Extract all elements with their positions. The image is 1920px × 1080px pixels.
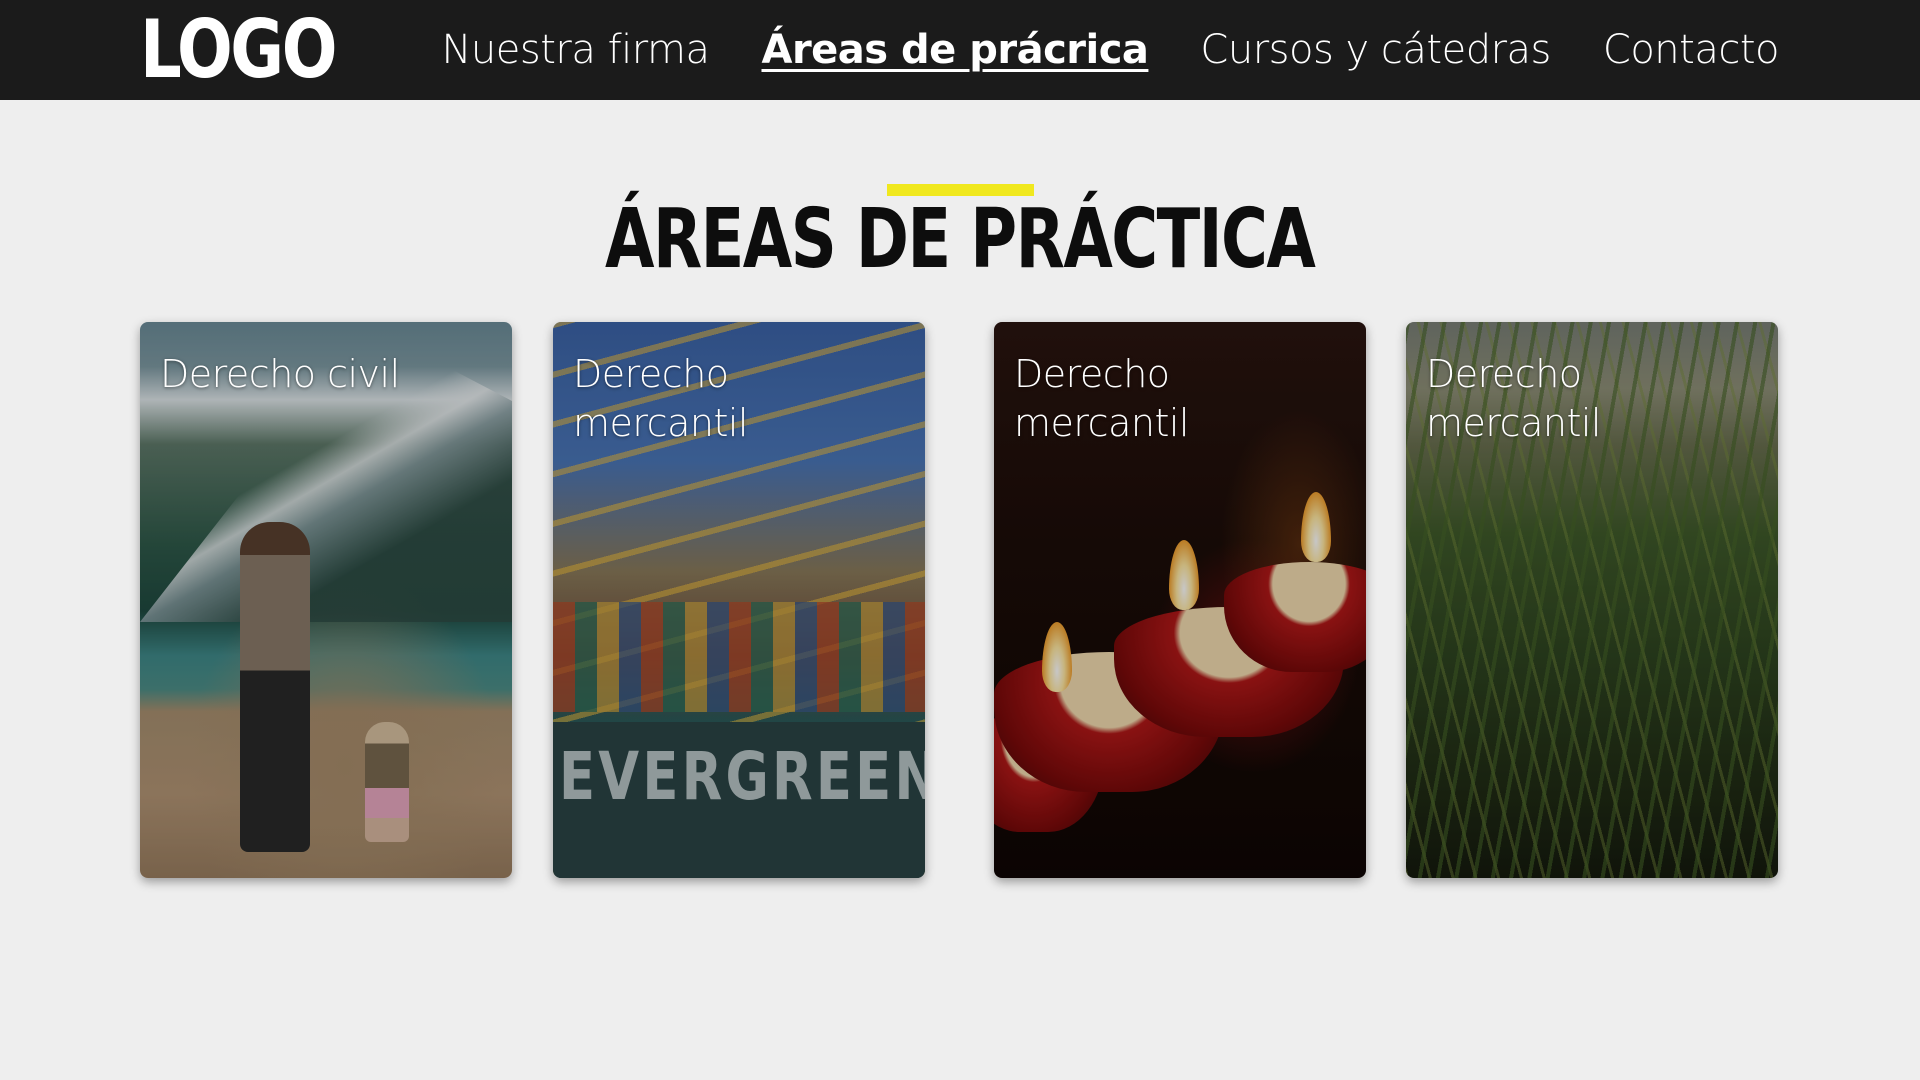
practice-area-card-mercantil-1[interactable]: EVERGREEN Derecho mercantil (553, 322, 925, 878)
card-label: Derecho mercantil (573, 352, 748, 445)
nav-link-contacto[interactable]: Contacto (1603, 27, 1780, 73)
card-label: Derecho mercantil (1426, 352, 1601, 445)
nav-link-areas-de-practica[interactable]: Áreas de prácrica (761, 27, 1148, 73)
section-title: ÁREAS DE PRÁCTICA (0, 192, 1920, 287)
top-navigation-bar: LOGO Nuestra firma Áreas de prácrica Cur… (0, 0, 1920, 100)
practice-area-card-mercantil-3[interactable]: Derecho mercantil (1406, 322, 1778, 878)
section-title-text: ÁREAS DE PRÁCTICA (605, 192, 1316, 287)
card-label: Derecho civil (160, 352, 400, 396)
card-label: Derecho mercantil (1014, 352, 1189, 445)
logo[interactable]: LOGO (140, 8, 337, 92)
practice-area-card-civil[interactable]: Derecho civil (140, 322, 512, 878)
main-nav: Nuestra firma Áreas de prácrica Cursos y… (441, 0, 1779, 100)
nav-link-cursos-y-catedras[interactable]: Cursos y cátedras (1200, 27, 1551, 73)
nav-link-nuestra-firma[interactable]: Nuestra firma (441, 27, 710, 73)
practice-area-card-mercantil-2[interactable]: Derecho mercantil (994, 322, 1366, 878)
